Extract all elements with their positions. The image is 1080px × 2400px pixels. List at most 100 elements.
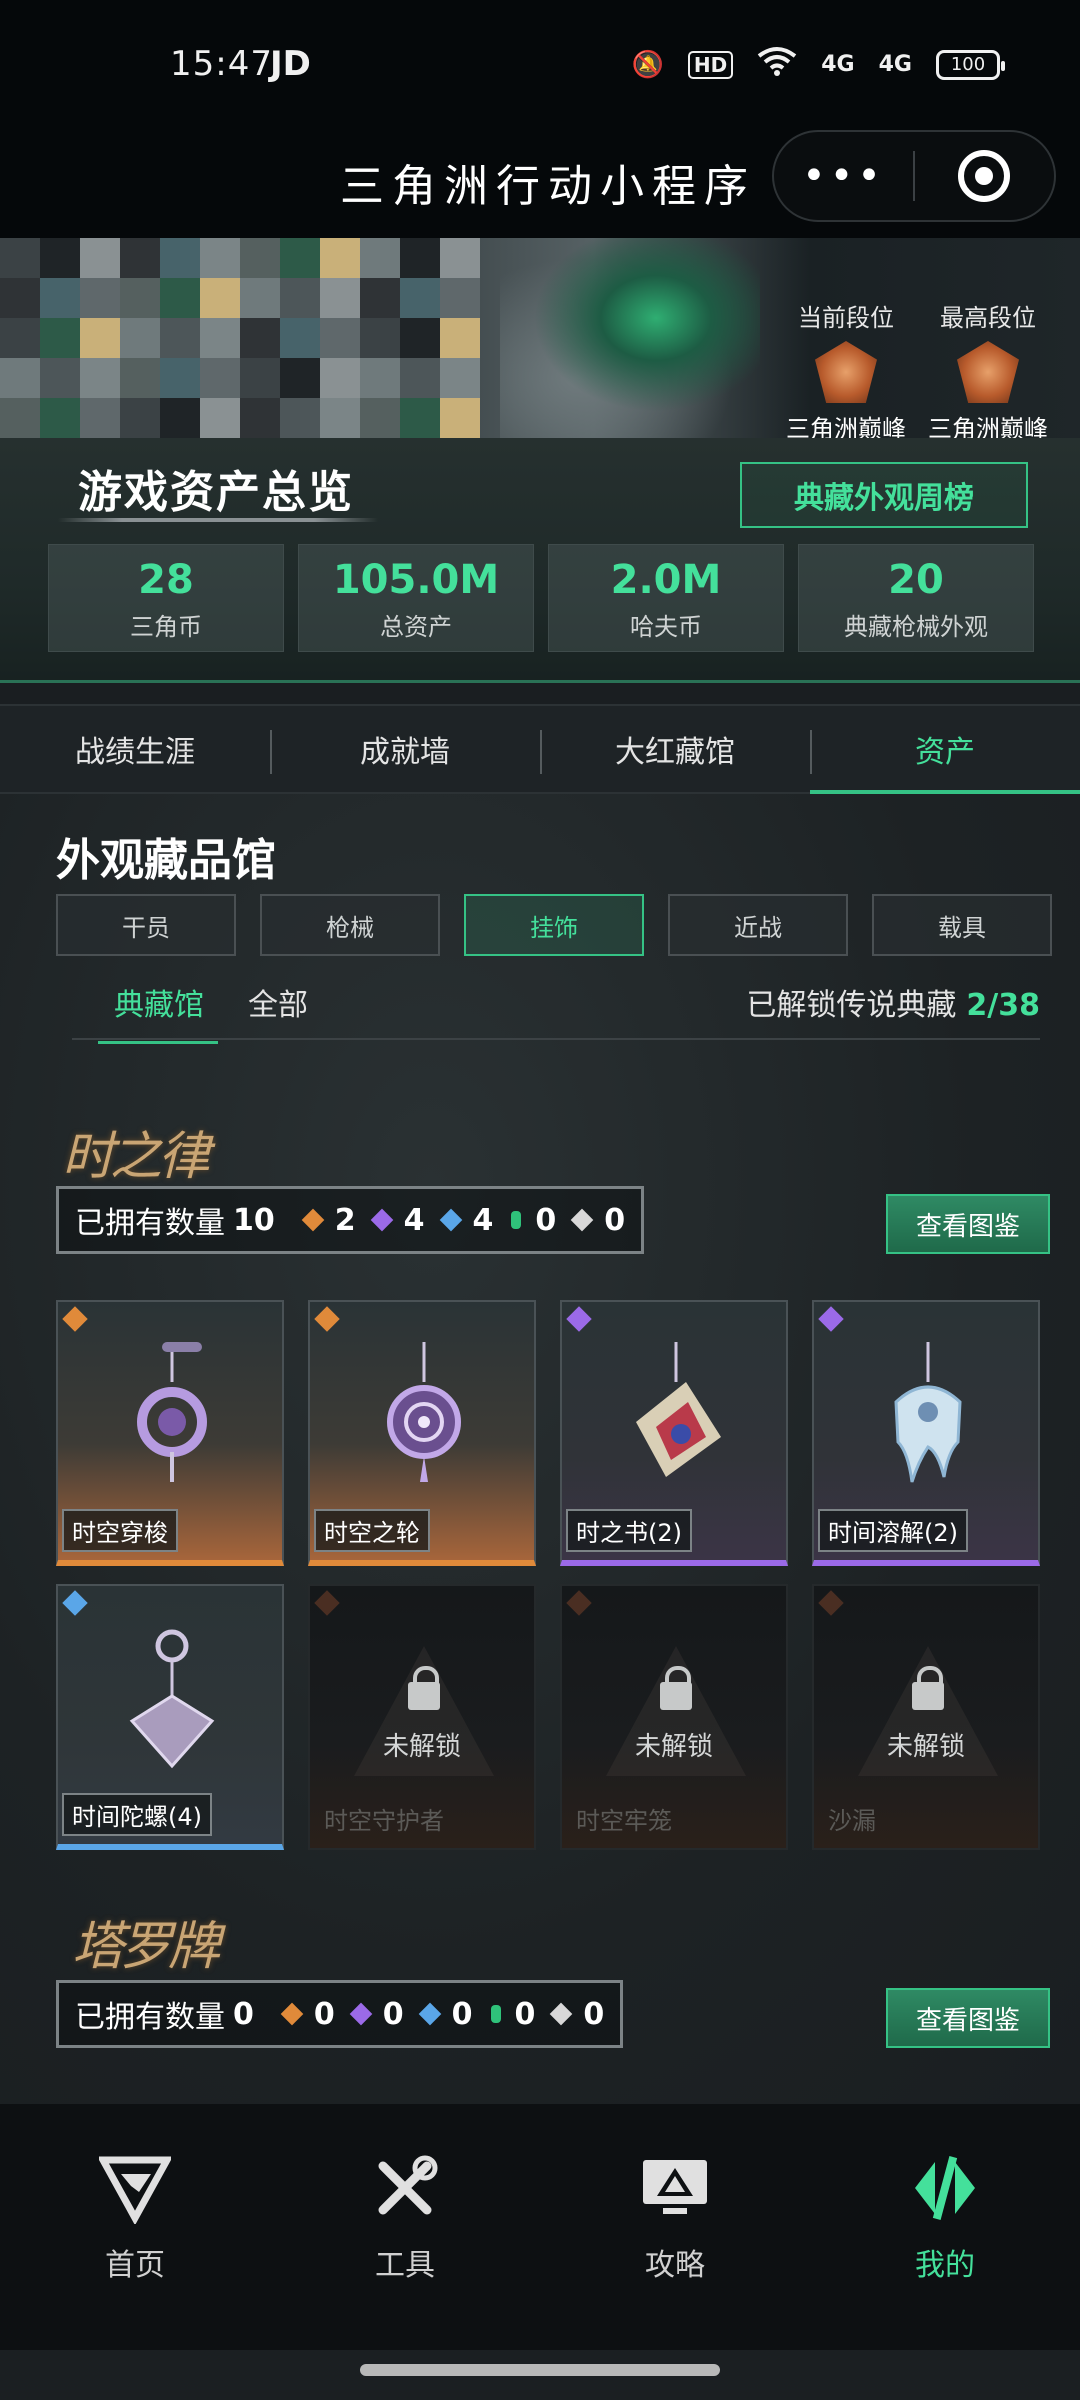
- mosaic-tile: [120, 398, 160, 438]
- category-vehicle[interactable]: 载具: [872, 894, 1052, 956]
- green-gem-icon: [511, 1211, 522, 1229]
- charm-card-locked[interactable]: 未解锁 沙漏: [812, 1584, 1040, 1850]
- mosaic-tile: [280, 358, 320, 398]
- nav-guide[interactable]: 攻略: [540, 2104, 810, 2350]
- mosaic-tile: [320, 398, 360, 438]
- category-charm[interactable]: 挂饰: [464, 894, 644, 956]
- tab-achievements[interactable]: 成就墙: [270, 706, 540, 792]
- category-melee[interactable]: 近战: [668, 894, 848, 956]
- mosaic-tile: [40, 238, 80, 278]
- item-name: 时空穿梭: [62, 1509, 178, 1552]
- tab-red-collection[interactable]: 大红藏馆: [540, 706, 810, 792]
- collection-content: 外观藏品馆 干员 枪械 挂饰 近战 载具 典藏馆 全部 已解锁传说典藏 2/38 …: [0, 794, 1080, 2104]
- mosaic-tile: [360, 358, 400, 398]
- section-title: 外观藏品馆: [56, 835, 276, 886]
- subtab-all[interactable]: 全部: [248, 980, 308, 1038]
- mosaic-tile: [360, 278, 400, 318]
- mosaic-tile: [400, 358, 440, 398]
- tab-assets[interactable]: 资产: [810, 706, 1080, 794]
- green-gem-icon: [490, 2005, 501, 2023]
- charm-card[interactable]: 时空穿梭: [56, 1300, 284, 1566]
- guide-monitor-icon: [643, 2160, 707, 2214]
- nav-profile[interactable]: 我的: [810, 2104, 1080, 2350]
- mosaic-tile: [440, 318, 480, 358]
- mosaic-tile: [400, 318, 440, 358]
- home-logo-icon: [99, 2156, 171, 2224]
- mosaic-tile: [0, 318, 40, 358]
- tab-career[interactable]: 战绩生涯: [0, 706, 270, 792]
- mosaic-tile: [80, 358, 120, 398]
- charm-card-locked[interactable]: 未解锁 时空守护者: [308, 1584, 536, 1850]
- mosaic-tile: [200, 238, 240, 278]
- charm-card[interactable]: 时间陀螺(4): [56, 1584, 284, 1850]
- view-atlas-button[interactable]: 查看图鉴: [886, 1194, 1050, 1254]
- highest-rank[interactable]: 最高段位 三角洲巅峰: [918, 298, 1058, 438]
- status-time: 15:47: [170, 44, 273, 84]
- purple-rarity-icon: [818, 1306, 844, 1332]
- mosaic-tile: [40, 318, 80, 358]
- green-count: 0: [535, 1202, 557, 1238]
- mosaic-tile: [200, 358, 240, 398]
- stat-value: 105.0M: [332, 557, 500, 603]
- current-rank[interactable]: 当前段位 三角洲巅峰: [776, 298, 916, 438]
- charm-art: [636, 1342, 721, 1477]
- purple-rarity-icon: [566, 1306, 592, 1332]
- orange-rarity-icon: [314, 1590, 340, 1616]
- view-atlas-button[interactable]: 查看图鉴: [886, 1988, 1050, 2048]
- mosaic-tile: [320, 238, 360, 278]
- charm-card[interactable]: 时空之轮: [308, 1300, 536, 1566]
- unlock-label: 已解锁传说典藏: [746, 988, 957, 1023]
- locked-label: 未解锁: [886, 1732, 965, 1762]
- mosaic-tile: [120, 318, 160, 358]
- white-gem-icon: [570, 1208, 594, 1232]
- tools-icon: [378, 2155, 438, 2215]
- mosaic-tile: [440, 398, 480, 438]
- stat-value: 20: [888, 557, 944, 603]
- mosaic-tile: [120, 238, 160, 278]
- nav-home[interactable]: 首页: [0, 2104, 270, 2350]
- category-operator[interactable]: 干员: [56, 894, 236, 956]
- charm-card[interactable]: 时之书(2): [560, 1300, 788, 1566]
- mosaic-tile: [160, 278, 200, 318]
- owned-count-bar: 已拥有数量 10 2 4 4 0 0: [56, 1186, 645, 1254]
- lock-icon: [408, 1666, 440, 1710]
- mosaic-tile: [280, 278, 320, 318]
- purple-count: 0: [382, 1996, 404, 2032]
- mosaic-tile: [240, 238, 280, 278]
- banner-art: [500, 238, 760, 438]
- mosaic-tile: [160, 238, 200, 278]
- charm-card[interactable]: 时间溶解(2): [812, 1300, 1040, 1566]
- mosaic-tile: [200, 318, 240, 358]
- charm-card-locked[interactable]: 未解锁 时空牢笼: [560, 1584, 788, 1850]
- app-title: 三角洲行动小程序: [340, 161, 756, 212]
- subtab-collection-hall[interactable]: 典藏馆: [98, 980, 218, 1044]
- nav-tools[interactable]: 工具: [270, 2104, 540, 2350]
- legendary-unlock-info: 已解锁传说典藏 2/38: [746, 980, 1040, 1024]
- mosaic-tile: [0, 238, 40, 278]
- mosaic-tile: [80, 238, 120, 278]
- system-gesture-area: [0, 2350, 1080, 2400]
- green-count: 0: [514, 1996, 536, 2032]
- stat-label: 总资产: [380, 613, 452, 641]
- more-dots-icon[interactable]: •••: [774, 153, 913, 199]
- mosaic-tile: [400, 398, 440, 438]
- orange-rarity-icon: [62, 1306, 88, 1332]
- category-weapon[interactable]: 枪械: [260, 894, 440, 956]
- blue-gem-icon: [439, 1208, 462, 1232]
- target-circle-icon[interactable]: [915, 150, 1054, 202]
- mosaic-tile: [360, 318, 400, 358]
- mosaic-tile: [40, 398, 80, 438]
- stat-card: 20 典藏枪械外观: [798, 544, 1034, 652]
- home-indicator[interactable]: [360, 2364, 720, 2376]
- mosaic-tile: [240, 358, 280, 398]
- weekly-ranking-button[interactable]: 典藏外观周榜: [740, 462, 1028, 528]
- mosaic-tile: [120, 278, 160, 318]
- locked-label: 未解锁: [382, 1732, 461, 1762]
- lock-icon: [912, 1666, 944, 1710]
- current-rank-name: 三角洲巅峰: [786, 415, 906, 438]
- mosaic-tile: [240, 278, 280, 318]
- item-name: 时空守护者: [324, 1807, 444, 1835]
- main-tabs: 战绩生涯 成就墙 大红藏馆 资产: [0, 704, 1080, 794]
- mosaic-tile: [240, 398, 280, 438]
- mosaic-tile: [160, 358, 200, 398]
